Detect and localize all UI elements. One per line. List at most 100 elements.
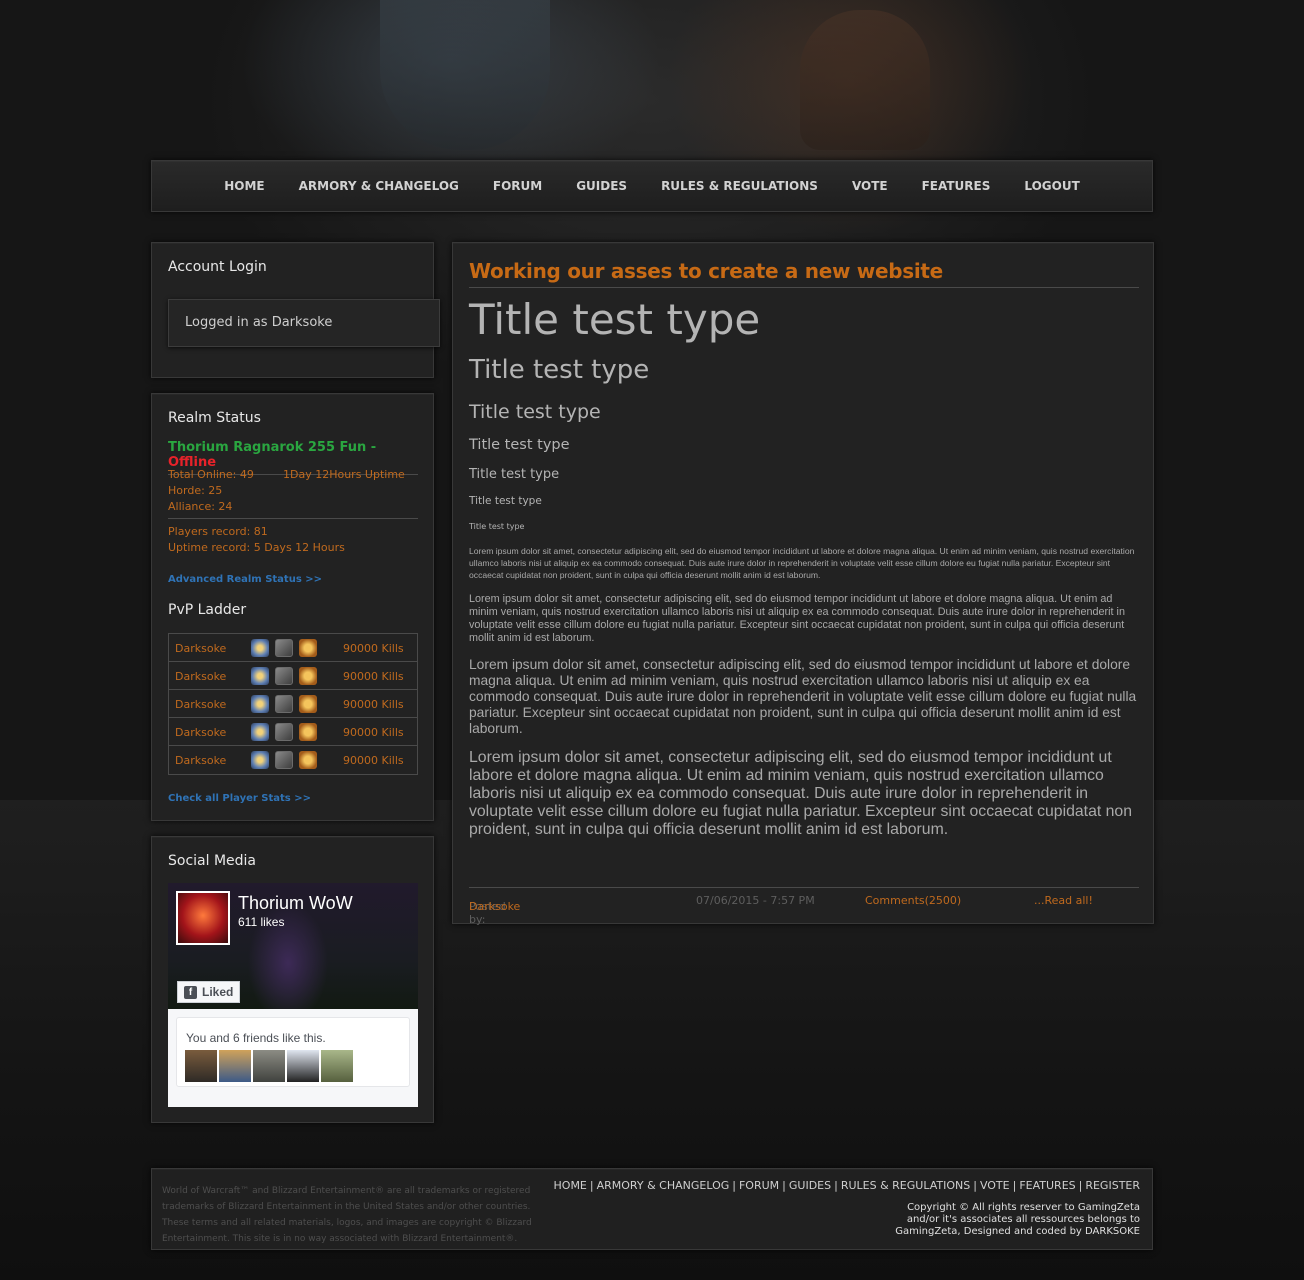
check-all-player-stats-link[interactable]: Check all Player Stats >>	[168, 793, 311, 804]
separator: |	[732, 1179, 736, 1192]
site-footer: World of Warcraft™ and Blizzard Entertai…	[151, 1168, 1153, 1250]
footer-nav-vote[interactable]: VOTE	[980, 1179, 1010, 1192]
faction-icon	[299, 723, 317, 741]
avatar[interactable]	[321, 1050, 353, 1082]
post-author-link[interactable]: Darksoke	[469, 900, 520, 913]
post-footer: Posted by: Darksoke 07/06/2015 - 7:57 PM…	[469, 887, 1139, 926]
table-row[interactable]: Darksoke 90000 Kills	[169, 690, 417, 718]
nav-vote[interactable]: VOTE	[852, 179, 888, 193]
rank-icon	[251, 695, 269, 713]
heading-4: Title test type	[469, 437, 570, 453]
player-kills: 90000 Kills	[343, 698, 404, 711]
faction-icon	[299, 751, 317, 769]
footer-nav-features[interactable]: FEATURES	[1019, 1179, 1075, 1192]
player-name[interactable]: Darksoke	[175, 754, 226, 767]
heading-3: Title test type	[469, 401, 601, 423]
facebook-icon: f	[184, 986, 197, 999]
facebook-likes-count: 611 likes	[238, 915, 285, 929]
paragraph: Lorem ipsum dolor sit amet, consectetur …	[469, 657, 1137, 736]
read-all-link[interactable]: ...Read all!	[1034, 894, 1093, 907]
horde-emblem-icon	[800, 10, 930, 150]
facebook-page-avatar[interactable]	[176, 891, 230, 945]
divider	[168, 518, 418, 519]
nav-armory-changelog[interactable]: ARMORY & CHANGELOG	[299, 179, 459, 193]
separator: |	[834, 1179, 838, 1192]
news-title: Working our asses to create a new websit…	[469, 259, 1139, 288]
paragraph: Lorem ipsum dolor sit amet, consectetur …	[469, 593, 1125, 644]
facebook-page-widget: Thorium WoW 611 likes f Liked You and 6 f…	[168, 883, 418, 1107]
table-row[interactable]: Darksoke 90000 Kills	[169, 718, 417, 746]
nav-guides[interactable]: GUIDES	[576, 179, 627, 193]
class-icon	[275, 667, 293, 685]
rank-icon	[251, 639, 269, 657]
horde-count: Horde: 25	[168, 484, 223, 497]
class-icon	[275, 751, 293, 769]
rank-icon	[251, 751, 269, 769]
separator: |	[782, 1179, 786, 1192]
class-icon	[275, 695, 293, 713]
heading-5: Title test type	[469, 467, 560, 482]
avatar[interactable]	[185, 1050, 217, 1082]
nav-forum[interactable]: FORUM	[493, 179, 542, 193]
facebook-page-name[interactable]: Thorium WoW	[238, 893, 353, 914]
heading-1: Title test type	[469, 295, 761, 344]
social-media-panel: Social Media Thorium WoW 611 likes f Like…	[151, 836, 434, 1123]
comments-link[interactable]: Comments(2500)	[865, 894, 961, 907]
realm-status-panel: Realm Status Thorium Ragnarok 255 Fun - …	[151, 393, 434, 821]
separator: |	[589, 1179, 594, 1192]
separator: |	[973, 1179, 977, 1192]
faction-icon	[299, 695, 317, 713]
nav-rules-regulations[interactable]: RULES & REGULATIONS	[661, 179, 818, 193]
avatar[interactable]	[253, 1050, 285, 1082]
player-kills: 90000 Kills	[343, 642, 404, 655]
heading-6: Title test type	[469, 495, 542, 507]
table-row[interactable]: Darksoke 90000 Kills	[169, 634, 417, 662]
table-row[interactable]: Darksoke 90000 Kills	[169, 746, 417, 774]
player-name[interactable]: Darksoke	[175, 726, 226, 739]
account-login-title: Account Login	[168, 259, 267, 275]
alliance-count: Alliance: 24	[168, 500, 233, 513]
advanced-realm-status-link[interactable]: Advanced Realm Status >>	[168, 574, 322, 585]
player-name[interactable]: Darksoke	[175, 698, 226, 711]
nav-logout[interactable]: LOGOUT	[1024, 179, 1079, 193]
post-date: 07/06/2015 - 7:57 PM	[696, 894, 815, 907]
player-kills: 90000 Kills	[343, 670, 404, 683]
footer-nav-armory-changelog[interactable]: ARMORY & CHANGELOG	[597, 1179, 730, 1192]
liked-button[interactable]: f Liked	[177, 981, 240, 1003]
avatar[interactable]	[219, 1050, 251, 1082]
liked-button-label: Liked	[202, 985, 234, 999]
nav-home[interactable]: HOME	[224, 179, 264, 193]
main-navigation: HOME ARMORY & CHANGELOG FORUM GUIDES RUL…	[151, 160, 1153, 212]
separator: |	[1012, 1179, 1017, 1192]
friends-like-box: You and 6 friends like this.	[176, 1017, 410, 1087]
social-media-title: Social Media	[168, 853, 257, 869]
player-name[interactable]: Darksoke	[175, 670, 226, 683]
pvp-ladder-title: PvP Ladder	[168, 602, 247, 618]
realm-name-text: Thorium Ragnarok 255 Fun -	[168, 440, 377, 455]
footer-nav-register[interactable]: REGISTER	[1085, 1179, 1140, 1192]
footer-nav-forum[interactable]: FORUM	[739, 1179, 779, 1192]
player-name[interactable]: Darksoke	[175, 642, 226, 655]
table-row[interactable]: Darksoke 90000 Kills	[169, 662, 417, 690]
footer-nav-rules-regulations[interactable]: RULES & REGULATIONS	[841, 1179, 970, 1192]
faction-icon	[299, 667, 317, 685]
heading-2: Title test type	[469, 355, 650, 385]
footer-nav-home[interactable]: HOME	[554, 1179, 587, 1192]
news-post: Working our asses to create a new websit…	[452, 242, 1154, 926]
footer-legal-text: World of Warcraft™ and Blizzard Entertai…	[162, 1186, 532, 1244]
total-online: Total Online: 49	[168, 468, 254, 481]
realm-uptime: 1Day 12Hours Uptime	[283, 468, 405, 481]
rank-icon	[251, 723, 269, 741]
nav-features[interactable]: FEATURES	[922, 179, 991, 193]
footer-nav-guides[interactable]: GUIDES	[789, 1179, 831, 1192]
facebook-cover-image[interactable]: Thorium WoW 611 likes f Liked	[168, 883, 418, 1009]
alliance-emblem-icon	[380, 0, 550, 150]
player-kills: 90000 Kills	[343, 726, 404, 739]
heading-7: Title test type	[469, 522, 525, 531]
footer-navigation: HOME | ARMORY & CHANGELOG | FORUM | GUIDES | RUL…	[554, 1179, 1140, 1192]
uptime-record: Uptime record: 5 Days 12 Hours	[168, 541, 345, 554]
account-login-panel: Account Login Logged in as Darksoke	[151, 242, 440, 378]
logged-in-status: Logged in as Darksoke	[168, 299, 440, 347]
avatar[interactable]	[287, 1050, 319, 1082]
friends-like-text: You and 6 friends like this.	[186, 1031, 326, 1045]
